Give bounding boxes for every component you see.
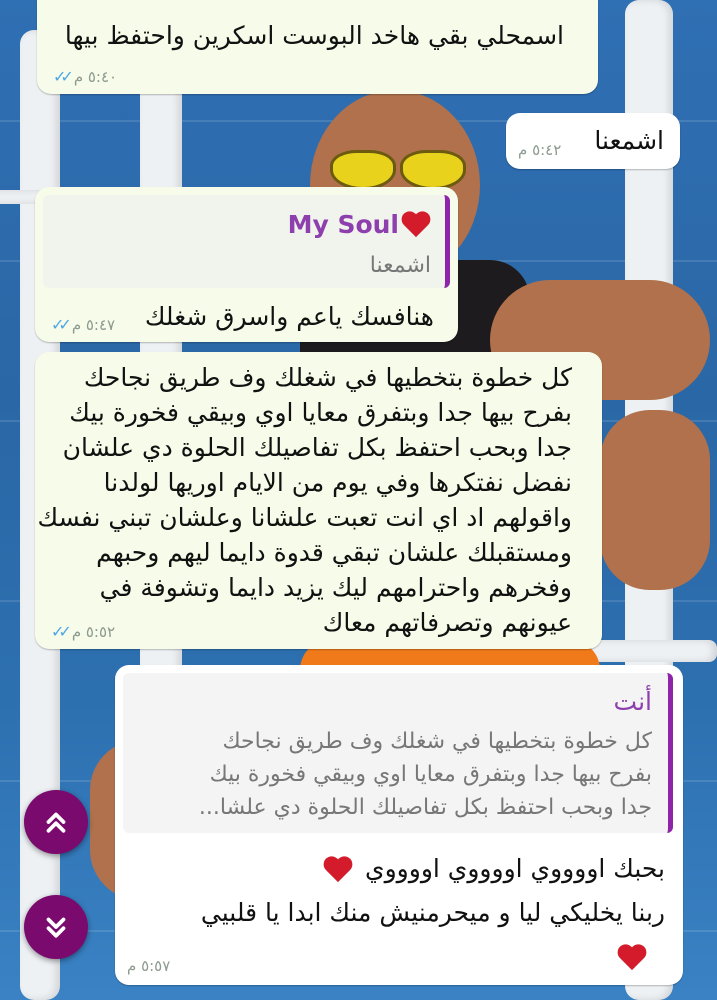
red-heart-icon — [323, 854, 353, 884]
message-bubble[interactable]: اشمعنا ٥:٤٢ م — [506, 113, 680, 169]
quote-line: بفرح بيها جدا وبتفرق معايا اوي وبيقي فخو… — [209, 762, 652, 787]
quote-text: اشمعنا — [369, 253, 431, 278]
message-line: واقولهم اد اي انت تعبت علشانا وعلشان تبن… — [37, 503, 573, 532]
message-text: كل خطوة بتخطيها في شغلك وف طريق نجاحك بف… — [38, 360, 573, 640]
message-meta: ٥:٤٢ م — [518, 141, 561, 159]
quote-author: My Soul — [287, 209, 399, 239]
message-meta: ٥:٥٧ م — [127, 957, 170, 975]
quote-line: جدا وبحب احتفظ بكل تفاصيلك الحلوة دي علش… — [198, 795, 652, 820]
message-line-text: بحبك اووووي اووووي اووووي — [365, 854, 665, 883]
quoted-message[interactable]: My Soul اشمعنا — [43, 195, 450, 288]
message-line: بفرح بيها جدا وبتفرق معايا اوي وبيقي فخو… — [69, 398, 572, 427]
message-text: هنافسك ياعم واسرق شغلك — [144, 302, 434, 331]
message-bubble[interactable]: كل خطوة بتخطيها في شغلك وف طريق نجاحك بف… — [35, 352, 602, 649]
red-heart-icon — [401, 209, 431, 239]
message-line: نفضل نفتكرها وفي يوم من الايام اوريها لو… — [103, 468, 572, 497]
quote-text: كل خطوة بتخطيها في شغلك وف طريق نجاحك بف… — [199, 725, 652, 824]
message-meta: ✓✓ ٥:٥٢ م — [51, 622, 115, 641]
quote-line: كل خطوة بتخطيها في شغلك وف طريق نجاحك — [222, 729, 652, 754]
message-time: ٥:٤٢ م — [518, 141, 562, 159]
message-time: ٥:٤٧ م — [71, 315, 116, 334]
quoted-message[interactable]: أنت كل خطوة بتخطيها في شغلك وف طريق نجاح… — [123, 673, 673, 833]
double-check-icon: ✓✓ — [53, 67, 74, 86]
message-line: وفخرهم واحترامهم ليك يزيد دايما وتشوفة ف… — [99, 573, 572, 602]
message-line-2: ربنا يخليكي ليا و ميحرمنيش منك ابدا يا ق… — [200, 898, 665, 927]
message-text: اسمحلي بقي هاخد البوست اسكرين واحتفظ بيه… — [64, 21, 564, 50]
message-text: اشمعنا — [594, 126, 664, 155]
scroll-down-button[interactable] — [24, 895, 88, 959]
message-meta: ✓✓ ٥:٤٠ م — [53, 67, 117, 86]
message-bubble[interactable]: My Soul اشمعنا هنافسك ياعم واسرق شغلك ✓✓… — [35, 187, 458, 342]
message-line: كل خطوة بتخطيها في شغلك وف طريق نجاحك — [83, 363, 572, 392]
double-chevron-down-icon — [46, 917, 66, 938]
quote-author: أنت — [613, 687, 652, 716]
message-bubble[interactable]: أنت كل خطوة بتخطيها في شغلك وف طريق نجاح… — [115, 665, 683, 985]
scroll-up-button[interactable] — [24, 790, 88, 854]
message-line: ومستقبلك علشان تبقي قدوة دايما ليهم وحبه… — [96, 538, 572, 567]
message-time: ٥:٥٧ م — [127, 957, 171, 975]
message-time: ٥:٤٠ م — [73, 67, 118, 86]
message-time: ٥:٥٢ م — [71, 622, 116, 641]
message-line: بحبك اووووي اووووي اووووي — [323, 851, 665, 886]
double-check-icon: ✓✓ — [51, 622, 72, 641]
message-line: جدا وبحب احتفظ بكل تفاصيلك الحلوة دي علش… — [62, 433, 572, 462]
double-chevron-up-icon — [46, 812, 66, 833]
double-check-icon: ✓✓ — [51, 315, 72, 334]
red-heart-icon — [617, 942, 647, 972]
message-meta: ✓✓ ٥:٤٧ م — [51, 315, 115, 334]
message-line: عيونهم وتصرفاتهم معاك — [322, 608, 572, 637]
message-bubble[interactable]: اسمحلي بقي هاخد البوست اسكرين واحتفظ بيه… — [37, 0, 598, 94]
